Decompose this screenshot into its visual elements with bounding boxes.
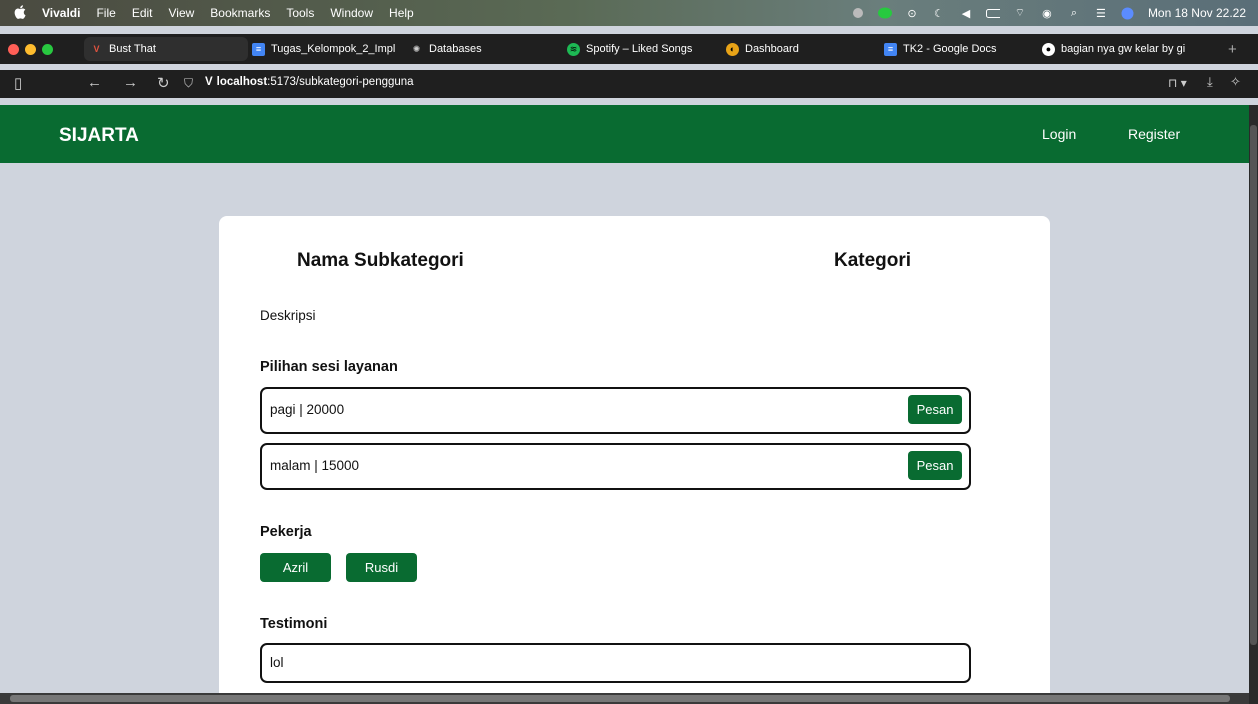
tab-spotify[interactable]: ≋ Spotify – Liked Songs <box>561 37 723 61</box>
macos-menubar: Vivaldi File Edit View Bookmarks Tools W… <box>0 0 1258 26</box>
horizontal-scroll-thumb[interactable] <box>10 695 1230 702</box>
github-icon: ● <box>1042 42 1055 56</box>
subkategori-title: Nama Subkategori <box>297 250 464 271</box>
status-dot-icon[interactable] <box>851 6 865 20</box>
back-arrow-icon[interactable]: ← <box>87 74 102 91</box>
pesan-button[interactable]: Pesan <box>908 395 962 424</box>
session-text: pagi | 20000 <box>270 402 345 417</box>
shield-icon[interactable]: ⛉ <box>184 76 193 91</box>
browser-tab-bar: V Bust That ≡ Tugas_Kelompok_2_Impl ✺ Da… <box>0 34 1258 64</box>
session-item-malam: malam | 15000 Pesan <box>260 443 971 490</box>
bookmark-icon[interactable]: ⊓ ▾ <box>1168 76 1187 90</box>
brand-logo[interactable]: SIJARTA <box>59 125 139 147</box>
register-link[interactable]: Register <box>1128 126 1180 142</box>
tab-github[interactable]: ● bagian nya gw kelar by gi <box>1036 37 1220 61</box>
tab-tugas-kelompok[interactable]: ≡ Tugas_Kelompok_2_Impl <box>246 37 414 61</box>
login-link[interactable]: Login <box>1042 126 1076 142</box>
spotify-icon: ≋ <box>567 42 580 56</box>
openai-icon: ✺ <box>412 43 421 54</box>
vivaldi-logo-icon: V <box>205 76 213 88</box>
close-window-button[interactable] <box>8 44 19 55</box>
testimoni-heading: Testimoni <box>260 616 328 632</box>
vivaldi-icon: V <box>93 44 100 54</box>
workers-heading: Pekerja <box>260 524 312 540</box>
user-circle-icon[interactable]: ◉ <box>1040 6 1054 20</box>
tab-label: Tugas_Kelompok_2_Impl <box>271 43 396 55</box>
tab-dashboard[interactable]: ◐ Dashboard <box>720 37 882 61</box>
tab-bust-that[interactable]: V Bust That <box>84 37 248 61</box>
tab-label: Spotify – Liked Songs <box>586 43 693 55</box>
vertical-scrollbar[interactable] <box>1249 105 1258 704</box>
worker-button-rusdi[interactable]: Rusdi <box>346 553 417 582</box>
forward-arrow-icon[interactable]: → <box>123 74 138 91</box>
window-controls <box>8 44 53 55</box>
testimoni-item: lol <box>260 643 971 683</box>
menubar-app-name[interactable]: Vivaldi <box>42 6 80 20</box>
menu-window[interactable]: Window <box>330 6 373 20</box>
address-bar[interactable]: Vlocalhost:5173/subkategori-pengguna <box>205 76 414 88</box>
menubar-clock[interactable]: Mon 18 Nov 22.22 <box>1148 6 1246 20</box>
siri-icon[interactable] <box>1121 6 1135 20</box>
pesan-button[interactable]: Pesan <box>908 451 962 480</box>
tab-databases[interactable]: ✺ Databases <box>404 37 566 61</box>
tab-label: Databases <box>429 43 482 55</box>
docs-icon: ≡ <box>252 42 265 56</box>
app-navbar: SIJARTA Login Register <box>0 105 1249 163</box>
docs-icon: ≡ <box>884 42 897 56</box>
tab-tk2-docs[interactable]: ≡ TK2 - Google Docs <box>878 37 1040 61</box>
menu-tools[interactable]: Tools <box>286 6 314 20</box>
play-circle-icon[interactable]: ⊙ <box>905 6 919 20</box>
tab-label: Bust That <box>109 43 156 55</box>
tab-label: Dashboard <box>745 43 799 55</box>
menu-edit[interactable]: Edit <box>132 6 153 20</box>
deskripsi-text: Deskripsi <box>260 308 316 323</box>
sidebar-toggle-icon[interactable]: ▯ <box>14 74 22 92</box>
moon-icon[interactable]: ☾ <box>932 6 946 20</box>
wifi-icon[interactable]: ⌔ <box>1013 6 1027 20</box>
session-item-pagi: pagi | 20000 Pesan <box>260 387 971 434</box>
session-text: malam | 15000 <box>270 458 360 473</box>
reload-icon[interactable]: ↻ <box>157 74 170 92</box>
horizontal-scrollbar[interactable] <box>0 693 1249 704</box>
extensions-icon[interactable]: ✧ <box>1230 74 1241 90</box>
browser-toolbar: ▯ ← → ↻ ⛉ Vlocalhost:5173/subkategori-pe… <box>0 70 1258 98</box>
menu-help[interactable]: Help <box>389 6 414 20</box>
dashboard-icon: ◐ <box>726 42 739 56</box>
address-path: :5173/subkategori-pengguna <box>267 76 414 88</box>
menu-file[interactable]: File <box>96 6 115 20</box>
testimoni-text: lol <box>270 655 284 670</box>
download-icon[interactable]: ⤓ <box>1207 74 1213 90</box>
control-center-icon[interactable]: ☰ <box>1094 6 1108 20</box>
minimize-window-button[interactable] <box>25 44 36 55</box>
apple-icon[interactable] <box>14 4 26 22</box>
tab-label: TK2 - Google Docs <box>903 43 997 55</box>
battery-icon[interactable] <box>985 6 1000 20</box>
vertical-scroll-thumb[interactable] <box>1250 125 1257 645</box>
kategori-title: Kategori <box>834 250 912 271</box>
chat-bubble-icon[interactable] <box>877 6 892 20</box>
tab-label: bagian nya gw kelar by gi <box>1061 43 1186 55</box>
subkategori-card: Nama Subkategori Kategori Deskripsi Pili… <box>219 216 1050 704</box>
menu-view[interactable]: View <box>169 6 195 20</box>
worker-button-azril[interactable]: Azril <box>260 553 331 582</box>
menu-bookmarks[interactable]: Bookmarks <box>210 6 270 20</box>
sessions-heading: Pilihan sesi layanan <box>260 359 398 375</box>
volume-icon[interactable]: ◀︎ <box>959 6 973 20</box>
zoom-window-button[interactable] <box>42 44 53 55</box>
new-tab-button[interactable]: + <box>1222 37 1254 61</box>
address-host: localhost <box>216 76 268 88</box>
spotlight-search-icon[interactable]: ⌕ <box>1067 6 1081 20</box>
